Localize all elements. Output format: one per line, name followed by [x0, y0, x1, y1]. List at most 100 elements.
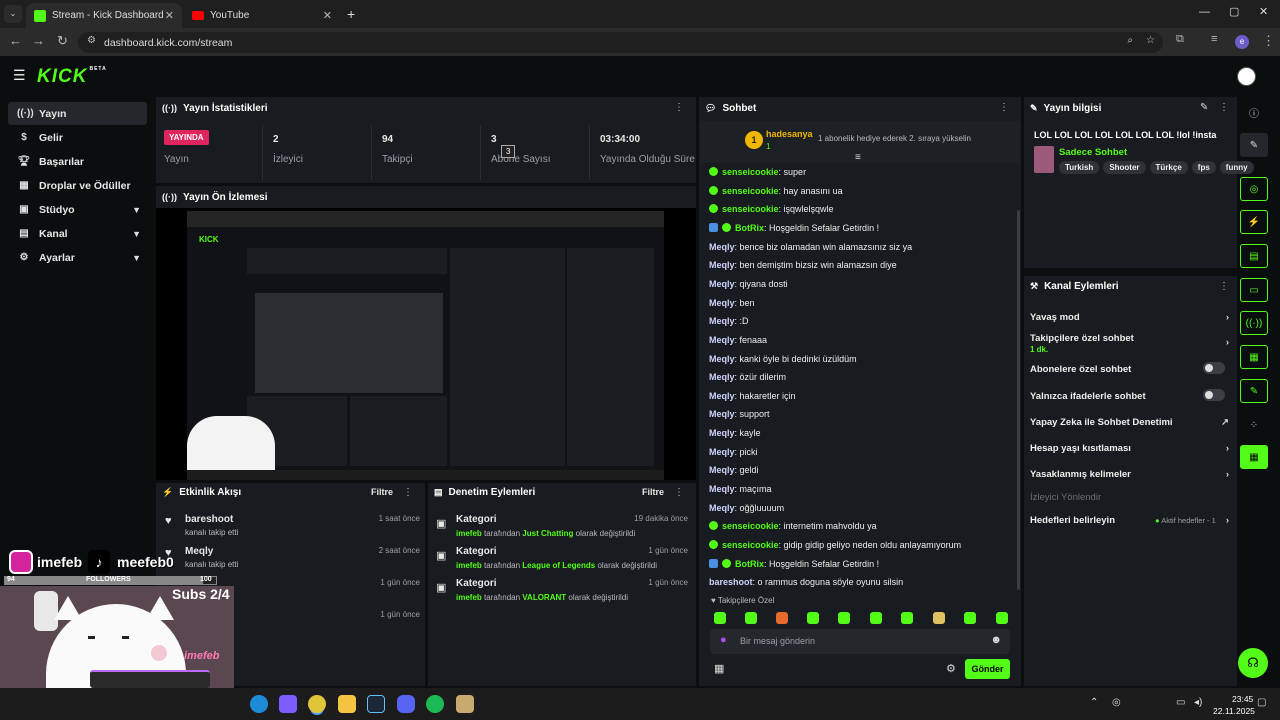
edit-icon[interactable]: ✎ [1200, 102, 1208, 113]
chat-username[interactable]: Meqly [709, 447, 735, 457]
mod-user[interactable]: imefeb [456, 593, 482, 602]
copilot-icon[interactable] [279, 695, 297, 713]
chat-username[interactable]: Meqly [709, 484, 735, 494]
chevron-down-icon[interactable]: ▼ [132, 253, 141, 263]
emote-icon[interactable] [838, 612, 850, 624]
stream-preview-video[interactable]: KICK [156, 208, 696, 480]
emote-icon[interactable] [745, 612, 757, 624]
more-options-icon[interactable]: ⋮ [674, 102, 684, 113]
more-options-icon[interactable]: ⋮ [1219, 102, 1229, 113]
category-thumbnail[interactable] [1034, 146, 1054, 173]
bookmark-star-icon[interactable]: ☆ [1146, 35, 1155, 46]
chat-username[interactable]: senseicookie [722, 186, 779, 196]
new-tab-button[interactable]: + [347, 6, 355, 22]
tray-network-icon[interactable]: ▭ [1176, 697, 1185, 708]
tools-widget-icon[interactable]: ✎ [1240, 379, 1268, 403]
activity-filter-button[interactable]: Filtre [371, 487, 393, 497]
chat-username[interactable]: BotRix [735, 559, 764, 569]
chat-username[interactable]: Meqly [709, 260, 735, 270]
tab-kick-dashboard[interactable]: Stream - Kick Dashboard ✕ [26, 3, 182, 28]
chat-username[interactable]: senseicookie [722, 167, 779, 177]
chevron-down-icon[interactable]: ▼ [132, 205, 141, 215]
chat-username[interactable]: Meqly [709, 279, 735, 289]
chat-username[interactable]: Meqly [709, 503, 735, 513]
chat-username[interactable]: Meqly [709, 242, 735, 252]
action-banned-words[interactable]: Yasaklanmış kelimeler › [1030, 469, 1235, 480]
league-client-icon[interactable] [456, 695, 474, 713]
chrome-icon[interactable] [308, 695, 326, 713]
chat-username[interactable]: Meqly [709, 354, 735, 364]
chat-username[interactable]: senseicookie [722, 204, 779, 214]
mod-category[interactable]: Just Chatting [522, 529, 573, 538]
chat-username[interactable]: Meqly [709, 298, 735, 308]
emote-icon[interactable] [776, 612, 788, 624]
emote-icon[interactable] [714, 612, 726, 624]
preview-widget-icon[interactable]: ▦ [1240, 345, 1268, 369]
modlog-widget-icon[interactable]: ▤ [1240, 244, 1268, 268]
chat-username[interactable]: senseicookie [722, 540, 779, 550]
chat-username[interactable]: senseicookie [722, 521, 779, 531]
sidebar-item-studio[interactable]: ▣ Stüdyo ▼ [8, 198, 147, 221]
taskbar-date[interactable]: 22.11.2025 [1213, 706, 1255, 716]
action-followers-only[interactable]: Takipçilere özel sohbet 1 dk. › [1030, 333, 1235, 354]
action-account-age[interactable]: Hesap yaşı kısıtlaması › [1030, 443, 1235, 454]
tray-volume-icon[interactable]: ◂) [1194, 697, 1202, 708]
browser-menu-icon[interactable]: ⋮ [1262, 33, 1275, 49]
dots-widget-icon[interactable]: ⁘ [1240, 413, 1268, 437]
action-subs-only[interactable]: Abonelere özel sohbet [1030, 362, 1235, 375]
emote-icon[interactable] [933, 612, 945, 624]
collapse-icon[interactable]: ≡ [855, 152, 861, 163]
stream-widget-icon[interactable]: ((·)) [1240, 311, 1268, 335]
extensions-icon[interactable]: ⧉ [1176, 33, 1184, 46]
sidebar-item-drops[interactable]: ▦ Droplar ve Ödüller [8, 174, 147, 197]
more-options-icon[interactable]: ⋮ [403, 487, 413, 498]
close-tab-icon[interactable]: ✕ [165, 9, 174, 22]
chat-settings-icon[interactable]: ⚙ [946, 662, 956, 675]
tray-app-icon[interactable]: ◎ [1112, 697, 1121, 708]
mod-category[interactable]: League of Legends [522, 561, 595, 570]
tab-youtube[interactable]: YouTube ✕ [184, 3, 340, 28]
mod-user[interactable]: imefeb [456, 561, 482, 570]
info-icon[interactable]: ⓘ [1240, 100, 1268, 124]
modlog-filter-button[interactable]: Filtre [642, 487, 664, 497]
viewers-widget-icon[interactable]: ◎ [1240, 177, 1268, 201]
tag[interactable]: fps [1191, 161, 1216, 174]
mod-user[interactable]: imefeb [456, 529, 482, 538]
emote-icon[interactable] [996, 612, 1008, 624]
close-window-icon[interactable]: ✕ [1259, 5, 1268, 18]
media-control-icon[interactable]: ≡ [1211, 33, 1217, 45]
site-info-icon[interactable]: ⚙ [87, 35, 96, 46]
back-icon[interactable]: ← [9, 33, 22, 48]
chat-username[interactable]: Meqly [709, 465, 735, 475]
action-slow-mode[interactable]: Yavaş mod › [1030, 312, 1235, 323]
tag[interactable]: funny [1219, 161, 1254, 174]
emote-icon[interactable] [964, 612, 976, 624]
tray-chevron-icon[interactable]: ⌃ [1090, 697, 1098, 708]
chevron-down-icon[interactable]: ▼ [132, 229, 141, 239]
chat-username[interactable]: Meqly [709, 428, 735, 438]
add-widget-icon[interactable]: ▦ [1240, 445, 1268, 469]
more-options-icon[interactable]: ⋮ [1219, 281, 1229, 292]
mod-category[interactable]: VALORANT [522, 593, 566, 602]
emote-icon[interactable] [807, 612, 819, 624]
hamburger-menu-icon[interactable]: ☰ [13, 67, 26, 84]
microphone-icon[interactable]: ● [720, 634, 727, 646]
notification-icon[interactable]: ▢ [1257, 697, 1266, 708]
tag[interactable]: Türkçe [1149, 161, 1188, 174]
action-ai-moderation[interactable]: Yapay Zeka ile Sohbet Denetimi ↗ [1030, 417, 1235, 428]
action-emote-only[interactable]: Yalnızca ifadelerle sohbet [1030, 389, 1235, 402]
reload-icon[interactable]: ↻ [57, 33, 68, 49]
action-goals[interactable]: Hedefleri belirleyin ● Aktif hedefler - … [1030, 515, 1235, 526]
subs-only-toggle[interactable] [1203, 362, 1225, 374]
lightning-widget-icon[interactable]: ⚡ [1240, 210, 1268, 234]
sidebar-item-stream[interactable]: ((·)) Yayın [8, 102, 147, 125]
chat-scrollbar[interactable] [1017, 210, 1020, 590]
send-button[interactable]: Gönder [965, 659, 1010, 679]
emote-only-toggle[interactable] [1203, 389, 1225, 401]
more-options-icon[interactable]: ⋮ [674, 487, 684, 498]
more-options-icon[interactable]: ⋮ [999, 102, 1009, 113]
sidebar-item-channel[interactable]: ▤ Kanal ▼ [8, 222, 147, 245]
chat-username[interactable]: Meqly [709, 409, 735, 419]
chat-username[interactable]: Meqly [709, 316, 735, 326]
emote-icon[interactable] [870, 612, 882, 624]
